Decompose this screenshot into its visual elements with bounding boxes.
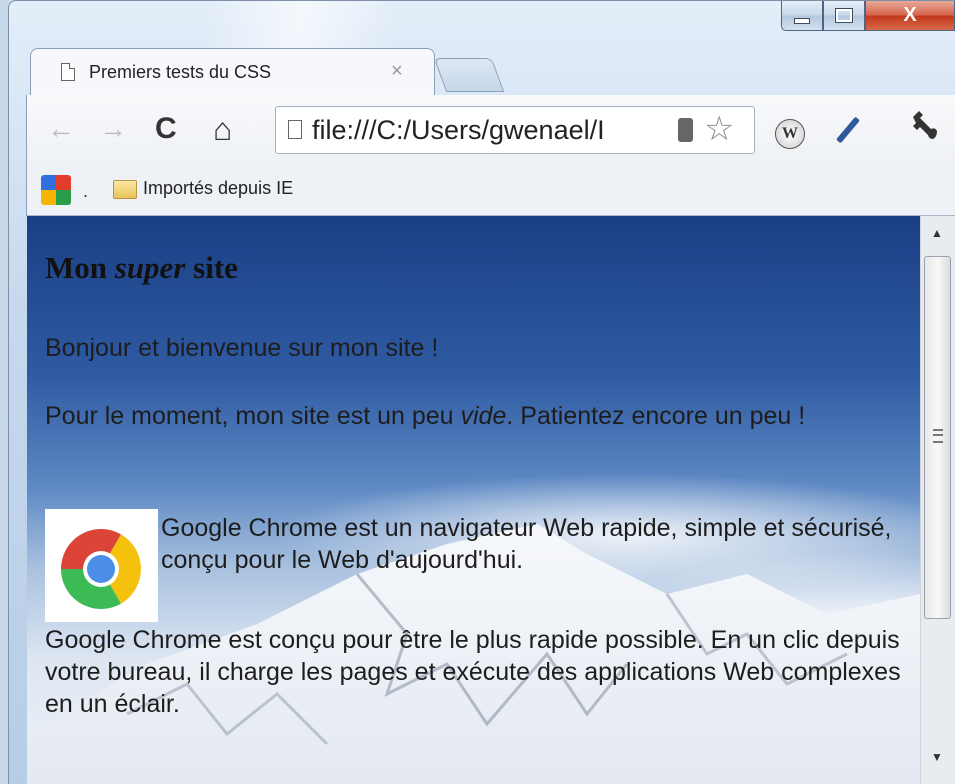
paragraph-status: Pour le moment, mon site est un peu vide…	[45, 400, 915, 432]
toolbar: ← → C ⌂ file:///C:/Users/gwenael/I ☆ W	[26, 95, 955, 167]
tab-premiers-tests[interactable]: Premiers tests du CSS ×	[30, 48, 435, 96]
grip-icon	[933, 429, 943, 443]
address-bar[interactable]: file:///C:/Users/gwenael/I ☆	[275, 106, 755, 154]
page-icon	[288, 120, 302, 139]
minimize-button[interactable]	[781, 1, 823, 31]
home-icon[interactable]: ⌂	[213, 113, 232, 145]
chrome-logo-icon	[45, 509, 158, 622]
google-bookmarks-icon[interactable]	[41, 175, 71, 205]
scroll-down-icon[interactable]: ▼	[931, 750, 943, 764]
folder-icon[interactable]	[113, 180, 137, 199]
wikipedia-icon[interactable]: W	[775, 119, 805, 149]
page-title: Mon super site	[45, 250, 238, 286]
caption-buttons: X	[781, 1, 955, 41]
maximize-icon	[835, 8, 853, 23]
url-text[interactable]: file:///C:/Users/gwenael/I	[312, 115, 682, 146]
title-emphasis: super	[114, 250, 186, 285]
paragraph-chrome-speed: Google Chrome est conçu pour être le plu…	[45, 626, 901, 718]
minimize-icon	[794, 17, 810, 24]
forward-arrow-icon[interactable]: →	[99, 113, 127, 145]
page-viewport: Mon super site Bonjour et bienvenue sur …	[27, 216, 920, 784]
vertical-scrollbar[interactable]: ▲ ▼	[920, 216, 955, 784]
close-icon: X	[903, 4, 917, 26]
maximize-button[interactable]	[823, 1, 865, 31]
reload-icon[interactable]: C	[155, 113, 177, 145]
page-icon	[61, 63, 75, 81]
status-emphasis: vide	[460, 402, 507, 430]
scroll-up-icon[interactable]: ▲	[931, 226, 943, 240]
title-pre: Mon	[45, 250, 115, 285]
star-icon[interactable]: ☆	[704, 109, 734, 149]
status-post: . Patientez encore un peu !	[506, 402, 806, 430]
device-icon[interactable]	[678, 118, 693, 142]
paragraph-chrome-intro: Google Chrome est un navigateur Web rapi…	[161, 514, 892, 574]
scrollbar-thumb[interactable]	[924, 256, 951, 619]
tab-title: Premiers tests du CSS	[89, 62, 272, 82]
new-tab-button[interactable]	[433, 58, 505, 92]
bookmarks-bar: . Importés depuis IE	[26, 167, 955, 216]
tab-close-icon[interactable]: ×	[391, 60, 403, 83]
close-button[interactable]: X	[865, 1, 955, 31]
title-post: site	[185, 250, 238, 285]
status-pre: Pour le moment, mon site est un peu	[45, 402, 461, 430]
wrench-icon[interactable]	[907, 109, 941, 143]
bookmark-separator: .	[83, 181, 89, 201]
back-arrow-icon[interactable]: ←	[47, 113, 75, 145]
bookmark-folder-importes[interactable]: Importés depuis IE	[143, 178, 293, 199]
pen-icon[interactable]	[836, 116, 860, 144]
paragraph-welcome: Bonjour et bienvenue sur mon site !	[45, 334, 439, 362]
